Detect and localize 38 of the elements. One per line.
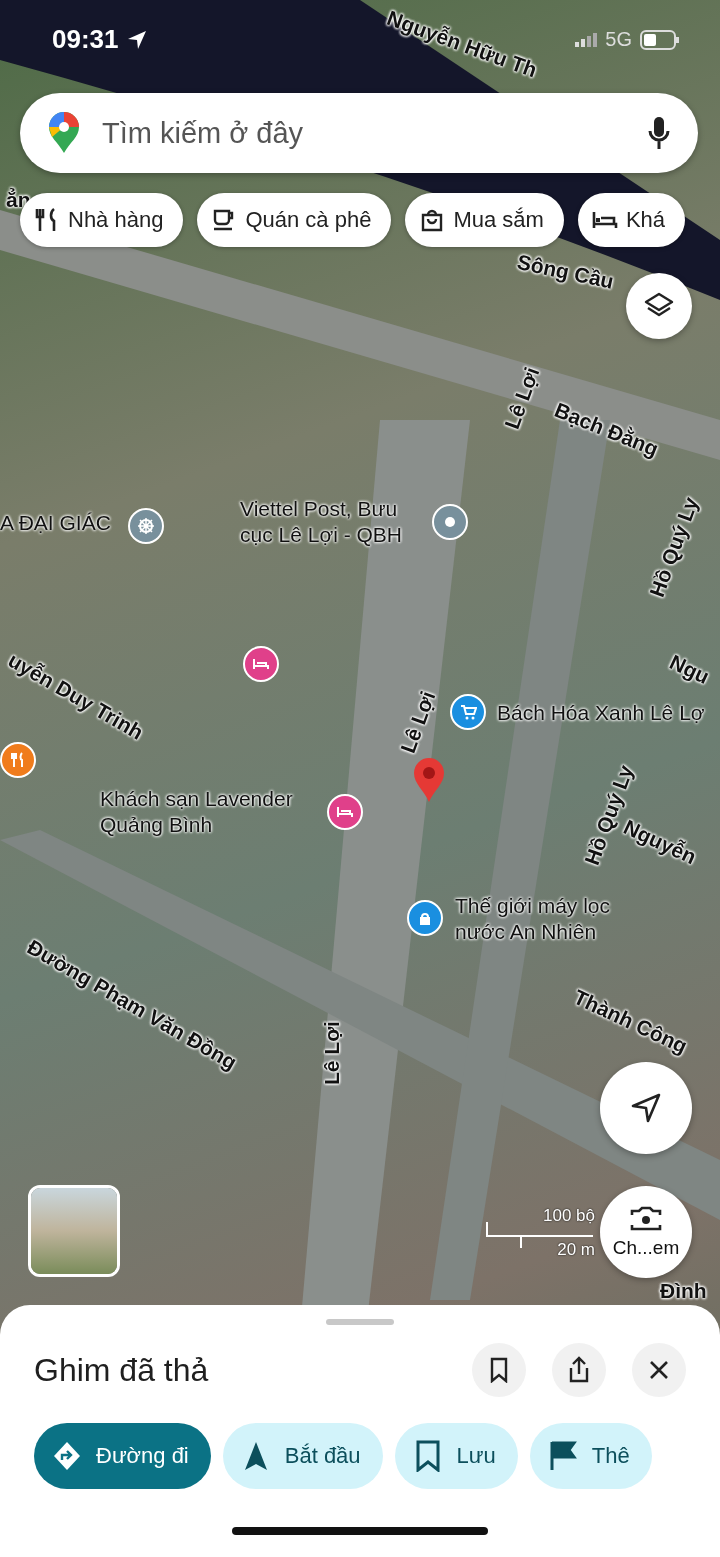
street-label: Hồ Quý Ly xyxy=(645,494,704,601)
place-label[interactable]: Khách sạn Lavender Quảng Bình xyxy=(100,786,293,839)
network-type: 5G xyxy=(605,28,632,51)
search-bar[interactable]: Tìm kiếm ở đây xyxy=(20,93,698,173)
action-button[interactable]: Thê xyxy=(529,1423,652,1489)
place-label[interactable]: Thế giới máy lọc nước An Nhiên xyxy=(455,893,610,946)
action-button[interactable]: Lưu xyxy=(394,1423,518,1489)
close-icon xyxy=(648,1359,670,1381)
action-button[interactable]: Đường đi xyxy=(34,1423,211,1489)
street-label: Lê Lợi xyxy=(500,363,545,433)
dropped-pin-icon[interactable] xyxy=(412,756,446,804)
scale-label: 20 m xyxy=(557,1240,595,1260)
category-chip[interactable]: Mua sắm xyxy=(405,193,564,247)
action-button[interactable]: Bắt đầu xyxy=(222,1423,383,1489)
street-label: Lê Lợi xyxy=(396,687,441,757)
share-icon xyxy=(567,1356,591,1384)
street-label: Bạch Đằng xyxy=(551,398,662,462)
street-label: Sông Cầu xyxy=(515,250,616,294)
street-label: Đình xyxy=(660,1279,707,1303)
microphone-icon[interactable] xyxy=(648,116,670,150)
street-label: Lê Lợi xyxy=(320,1021,344,1085)
place-label[interactable]: Viettel Post, Bưu cục Lê Lợi - QBH xyxy=(240,496,402,549)
bookmark-icon xyxy=(488,1357,510,1383)
place-label[interactable]: Bách Hóa Xanh Lê Lợ xyxy=(497,700,705,727)
street-label: Ngu xyxy=(665,650,713,689)
place-label[interactable]: A ĐẠI GIÁC xyxy=(0,510,111,537)
drag-handle[interactable] xyxy=(326,1319,394,1325)
battery-icon xyxy=(640,29,680,50)
signal-icon xyxy=(575,32,598,47)
scale-label: 100 bộ xyxy=(543,1206,595,1226)
search-field[interactable]: Tìm kiếm ở đây xyxy=(100,115,628,151)
directions-icon xyxy=(52,1440,82,1472)
clock-time: 09:31 xyxy=(52,24,119,55)
navigation-arrow-icon xyxy=(629,1091,663,1125)
location-arrow-icon xyxy=(126,29,147,50)
sheet-title: Ghim đã thả xyxy=(34,1351,210,1389)
category-chip[interactable]: Quán cà phê xyxy=(197,193,392,247)
map-pin-logo-icon xyxy=(48,112,80,154)
